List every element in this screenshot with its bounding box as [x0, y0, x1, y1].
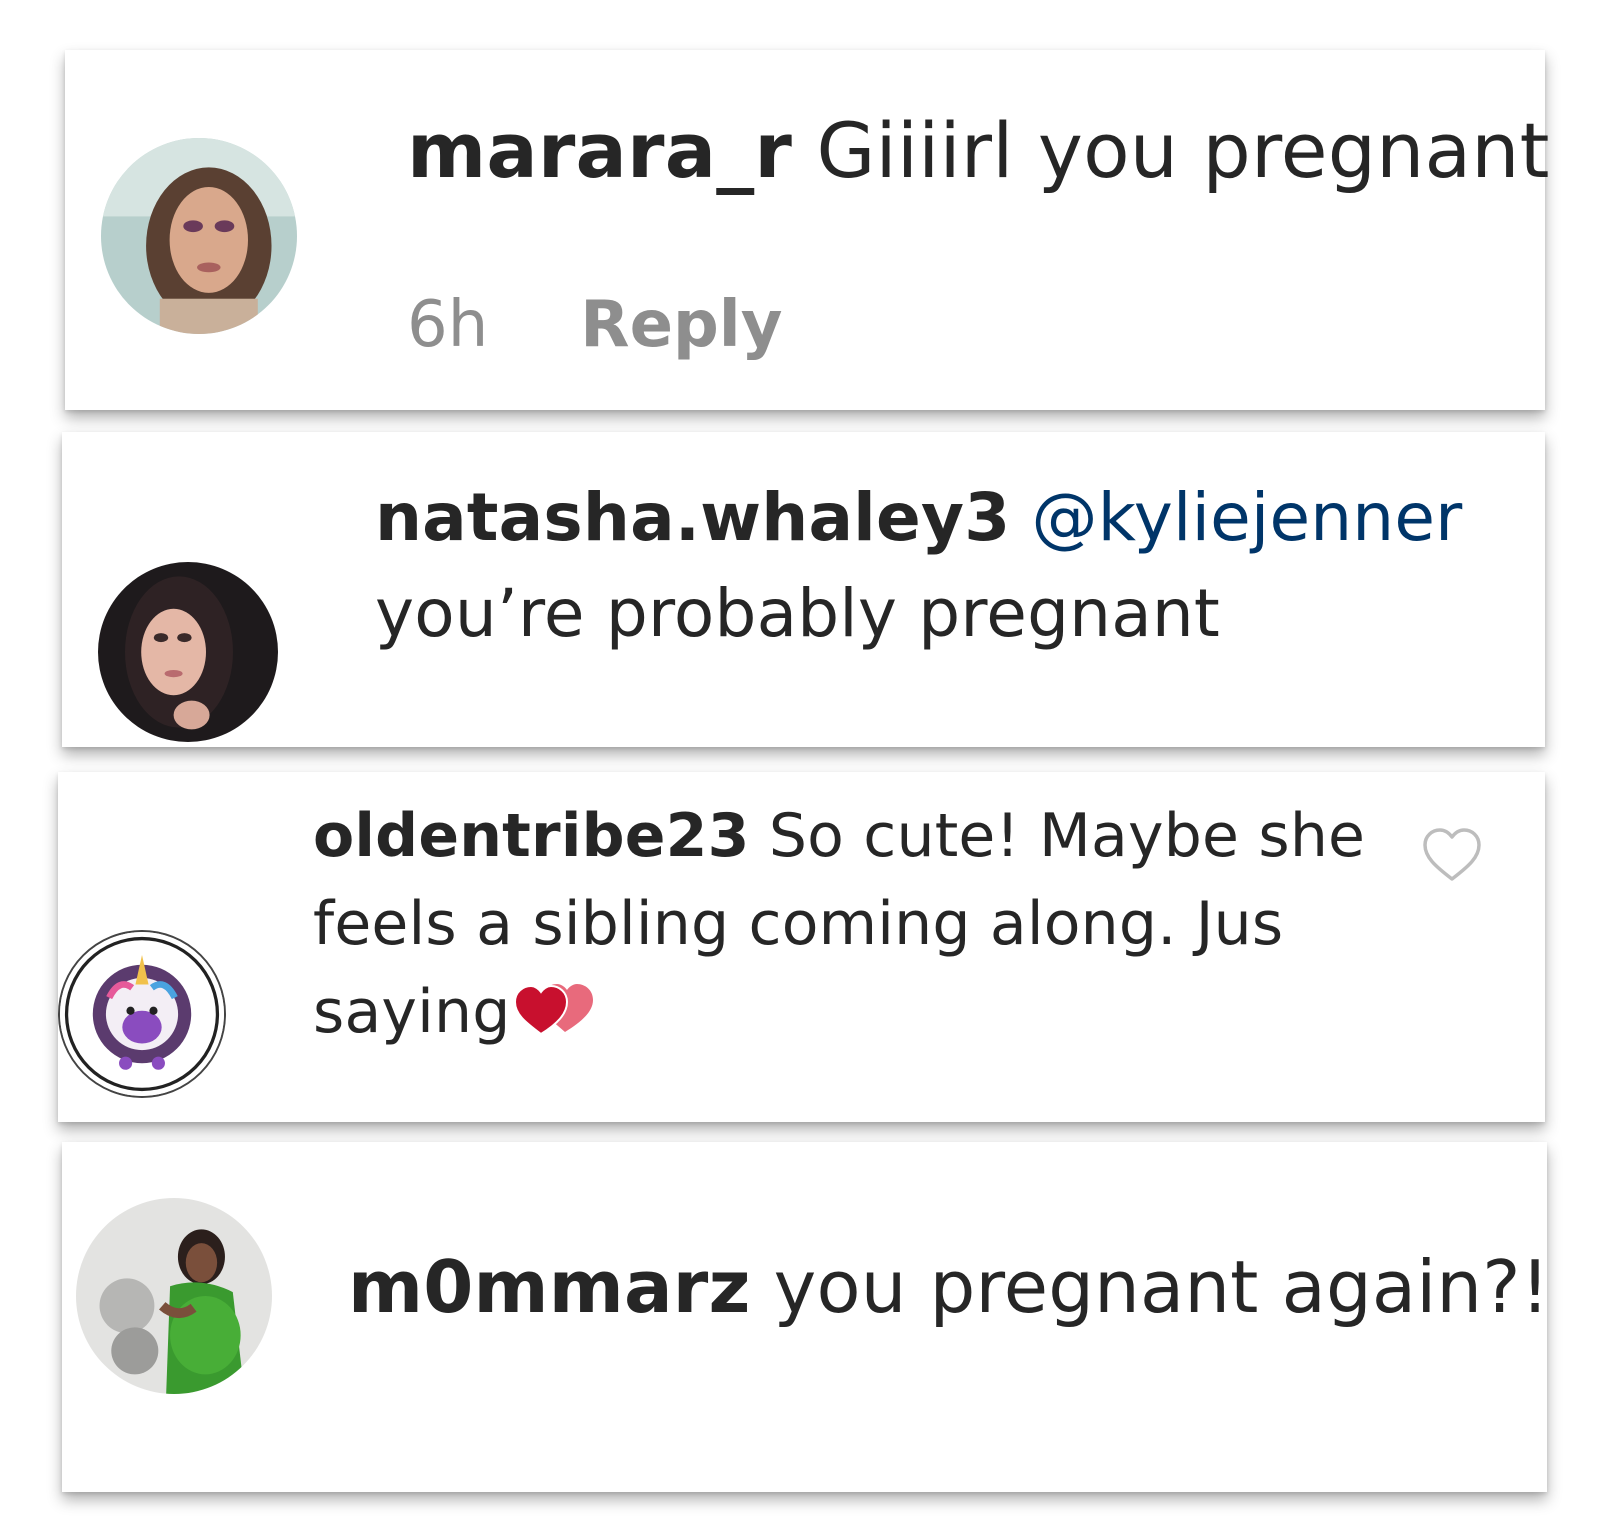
comment-body: you’re probably pregnant — [375, 575, 1220, 652]
comment-timestamp[interactable]: 6h — [407, 288, 488, 362]
comment-username[interactable]: natasha.whaley3 — [375, 479, 1010, 556]
comment-body-line: So cute! Maybe she — [768, 801, 1366, 871]
comment-body: you pregnant again?! — [773, 1245, 1550, 1329]
user-avatar[interactable] — [101, 138, 297, 334]
comment-meta: 6h Reply — [407, 288, 782, 362]
comment-text: oldentribe23 So cute! Maybe she feels a … — [313, 792, 1413, 1056]
heart-outline-icon — [1423, 828, 1481, 881]
comment-username[interactable]: marara_r — [407, 106, 792, 195]
two-hearts-icon — [511, 972, 595, 1038]
comment-body-line: saying — [313, 977, 511, 1047]
avatar-icon — [101, 138, 297, 334]
unicorn-badge-icon — [60, 932, 224, 1096]
comment-body-line: feels a sibling coming along. Jus — [313, 889, 1284, 959]
comment-text: m0mmarz you pregnant again?! — [348, 1232, 1550, 1344]
comment-card: m0mmarz you pregnant again?! — [62, 1142, 1550, 1492]
comment-body: Giiiirl you pregnant — [816, 106, 1550, 195]
comment-text: marara_r Giiiirl you pregnant — [407, 92, 1550, 210]
user-avatar[interactable] — [98, 562, 278, 742]
avatar-icon — [98, 562, 278, 742]
comment-username[interactable]: oldentribe23 — [313, 801, 750, 871]
avatar-icon — [76, 1198, 272, 1394]
mention-link[interactable]: @kyliejenner — [1032, 479, 1463, 556]
reply-button[interactable]: Reply — [580, 288, 782, 362]
comment-card: marara_r Giiiirl you pregnant 6h Reply — [65, 50, 1549, 410]
comment-card: oldentribe23 So cute! Maybe she feels a … — [58, 772, 1545, 1122]
user-avatar[interactable] — [58, 930, 226, 1098]
user-avatar[interactable] — [76, 1198, 272, 1394]
like-button[interactable] — [1421, 827, 1483, 883]
comment-text: natasha.whaley3 @kyliejenner you’re prob… — [375, 470, 1475, 662]
comment-card: natasha.whaley3 @kyliejenner you’re prob… — [62, 432, 1545, 747]
comment-username[interactable]: m0mmarz — [348, 1245, 751, 1329]
